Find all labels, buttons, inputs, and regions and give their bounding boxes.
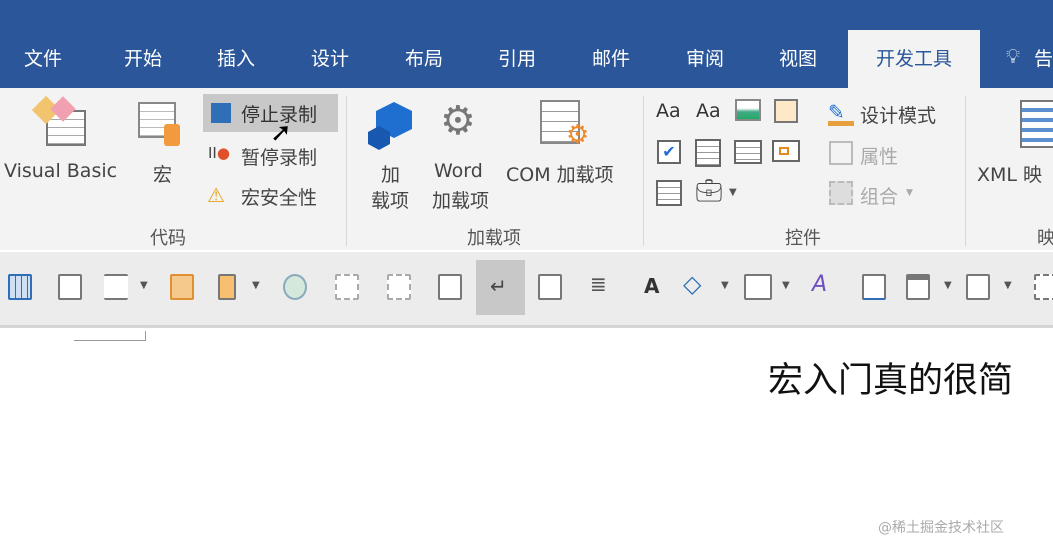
word-addins-button-line2[interactable]: 加载项: [432, 186, 489, 213]
tell-me-label[interactable]: 告: [1034, 44, 1053, 71]
design-mode-icon: ✎: [828, 100, 854, 126]
select-objects-icon[interactable]: [335, 274, 359, 300]
table-style-icon[interactable]: [966, 274, 990, 300]
group-label-addins: 加载项: [467, 228, 521, 249]
ribbon-tab-bar: 文件 开始 插入 设计 布局 引用 邮件 审阅 视图 开发工具 💡︎ 告: [0, 0, 1053, 90]
tab-layout[interactable]: 布局: [405, 44, 443, 71]
com-addins-button[interactable]: COM 加载项: [506, 160, 614, 187]
tab-file[interactable]: 文件: [24, 44, 62, 71]
return-arrow-icon[interactable]: ↵: [490, 274, 507, 298]
lightbulb-icon[interactable]: 💡︎: [1006, 44, 1020, 68]
chevron-down-icon[interactable]: ▼: [721, 280, 729, 291]
macros-button[interactable]: 宏: [153, 160, 172, 187]
group-button[interactable]: 组合: [860, 182, 898, 209]
stop-square-icon: [211, 103, 231, 123]
text-box-icon[interactable]: [58, 274, 82, 300]
properties-button[interactable]: 属性: [860, 142, 898, 169]
selection-pane-icon[interactable]: [387, 274, 411, 300]
group-divider: [346, 96, 347, 246]
pause-icon: II●: [208, 144, 230, 162]
tab-design[interactable]: 设计: [311, 44, 349, 71]
group-label-controls: 控件: [785, 228, 821, 249]
macros-icon: [138, 102, 184, 146]
com-addins-icon: ⚙: [540, 100, 590, 150]
word-addins-gear-icon: ⚙: [440, 98, 476, 144]
paragraph-icon[interactable]: ≣: [590, 272, 607, 296]
xml-mapping-button[interactable]: XML 映: [977, 160, 1042, 187]
design-mode-button[interactable]: 设计模式: [860, 101, 936, 128]
chevron-down-icon[interactable]: ▼: [729, 187, 737, 198]
wordart-icon[interactable]: A: [812, 272, 827, 297]
tab-references[interactable]: 引用: [498, 44, 536, 71]
chevron-down-icon[interactable]: ▼: [252, 280, 260, 291]
tab-developer[interactable]: 开发工具: [848, 30, 980, 90]
legacy-tools-icon[interactable]: 💼︎: [695, 179, 723, 204]
margin-corner-mark: [74, 331, 146, 341]
visual-basic-button[interactable]: Visual Basic: [4, 160, 117, 182]
visual-basic-icon: [31, 95, 88, 148]
watermark: @稀土掘金技术社区: [878, 520, 1004, 536]
font-icon[interactable]: A: [644, 274, 659, 298]
addins-button-line2[interactable]: 载项: [371, 186, 409, 213]
date-picker-control-icon[interactable]: [772, 140, 800, 162]
addins-button-line1[interactable]: 加: [381, 160, 400, 187]
page-break-icon[interactable]: [104, 274, 128, 300]
tab-insert[interactable]: 插入: [217, 44, 255, 71]
group-label-mapping: 映: [1037, 228, 1053, 249]
checkbox-control-icon[interactable]: ✔: [657, 140, 681, 164]
xml-mapping-icon: [1020, 100, 1053, 148]
shapes-icon[interactable]: ◇: [683, 270, 701, 298]
chevron-down-icon: ▼: [906, 188, 913, 198]
repeating-section-control-icon[interactable]: [656, 180, 682, 206]
indent-icon[interactable]: [218, 274, 236, 300]
pause-recording-button[interactable]: 暂停录制: [241, 143, 317, 170]
group-icon: [829, 181, 853, 205]
print-icon[interactable]: [538, 274, 562, 300]
properties-icon: [829, 141, 853, 165]
picture-control-icon[interactable]: [735, 99, 761, 121]
group-label-code: 代码: [150, 228, 186, 249]
macro-security-button[interactable]: 宏安全性: [241, 183, 317, 210]
tab-view[interactable]: 视图: [779, 44, 817, 71]
quick-access-toolbar: [0, 252, 1053, 328]
text-box-insert-icon[interactable]: [744, 274, 772, 300]
tab-review[interactable]: 审阅: [686, 44, 724, 71]
word-addins-button-line1[interactable]: Word: [434, 160, 483, 182]
clipboard-icon[interactable]: [170, 274, 194, 300]
table-icon[interactable]: [8, 274, 32, 300]
rich-text-control-icon[interactable]: Aa: [656, 100, 681, 122]
group-divider: [643, 96, 644, 246]
warning-icon: ⚠: [207, 183, 225, 207]
tab-mailings[interactable]: 邮件: [592, 44, 630, 71]
chevron-down-icon[interactable]: ▼: [782, 280, 790, 291]
tab-home[interactable]: 开始: [124, 44, 162, 71]
chevron-down-icon[interactable]: ▼: [944, 280, 952, 291]
oval-shape-icon[interactable]: [283, 274, 307, 300]
gridlines-icon[interactable]: [1034, 274, 1053, 300]
chevron-down-icon[interactable]: ▼: [140, 280, 148, 291]
dropdown-list-control-icon[interactable]: [734, 140, 762, 164]
page-number-icon[interactable]: [862, 274, 886, 300]
document-text[interactable]: 宏入门真的很简: [768, 352, 1013, 403]
group-divider: [965, 96, 966, 246]
print-preview-icon[interactable]: [438, 274, 462, 300]
plain-text-control-icon[interactable]: Aa: [696, 100, 721, 122]
table-insert-icon[interactable]: [906, 274, 930, 300]
chevron-down-icon[interactable]: ▼: [1004, 280, 1012, 291]
combo-box-control-icon[interactable]: [695, 139, 721, 167]
addins-icon: [368, 102, 414, 150]
building-block-control-icon[interactable]: [774, 99, 798, 123]
